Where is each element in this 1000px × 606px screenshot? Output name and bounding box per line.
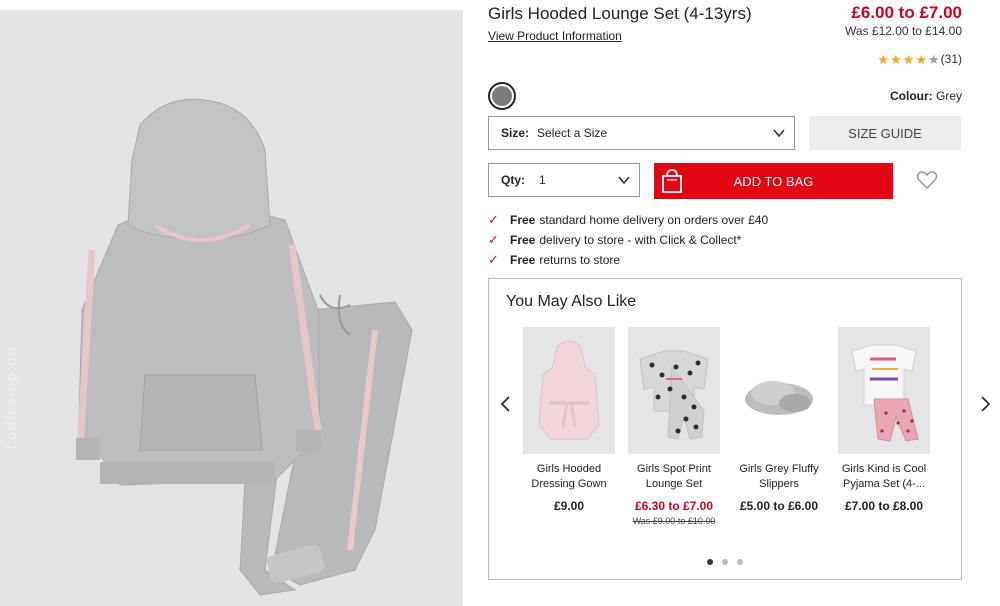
watermark-text: Ladies-up.nu — [4, 346, 20, 450]
product-card-price: £5.00 to £6.00 — [739, 499, 819, 513]
colour-label: Colour: — [889, 89, 933, 103]
qty-label: Qty: — [501, 173, 525, 187]
recommendations-carousel: You May Also Like Girls Hooded Dressing … — [488, 278, 991, 580]
heart-icon[interactable] — [916, 170, 938, 190]
carousel-dot[interactable] — [722, 559, 728, 565]
benefit-item: ✓ Free delivery to store - with Click & … — [488, 230, 768, 250]
add-to-bag-button[interactable]: ADD TO BAG — [654, 163, 893, 199]
was-price: Was £12.00 to £14.00 — [845, 24, 962, 38]
check-icon: ✓ — [488, 252, 499, 267]
benefit-text: delivery to store - with Click & Collect… — [539, 233, 742, 247]
delivery-benefits: ✓ Free standard home delivery on orders … — [488, 210, 768, 270]
product-card-name: Girls Spot Print Lounge Set (9mt... — [637, 463, 711, 490]
product-card-name: Girls Kind is Cool Pyjama Set (4-... — [841, 463, 927, 490]
quantity-dropdown[interactable]: Qty: 1 — [488, 163, 640, 197]
product-card[interactable]: Girls Spot Print Lounge Set (9mt... £6.3… — [628, 327, 720, 526]
benefit-item: ✓ Free standard home delivery on orders … — [488, 210, 768, 230]
star-empty-icon: ★ — [928, 51, 940, 67]
chevron-down-icon — [773, 129, 785, 138]
size-guide-button[interactable]: SIZE GUIDE — [809, 116, 961, 150]
product-card-name: Girls Grey Fluffy Slippers (Younger... — [739, 463, 819, 490]
carousel-dot[interactable] — [737, 559, 743, 565]
product-main-image[interactable]: Ladies-up.nu — [0, 10, 463, 606]
lounge-set-illustration — [76, 98, 413, 596]
product-card[interactable]: Girls Grey Fluffy Slippers (Younger... £… — [733, 327, 825, 513]
review-count: (31) — [940, 52, 962, 66]
star-filled-icon: ★ — [890, 51, 902, 67]
product-card-name: Girls Hooded Dressing Gown (... — [531, 463, 607, 490]
colour-value: Grey — [935, 89, 962, 103]
star-filled-icon: ★ — [915, 51, 927, 67]
check-icon: ✓ — [488, 212, 499, 227]
benefit-item: ✓ Free returns to store — [488, 250, 768, 270]
swatch-fill — [492, 86, 512, 106]
colour-swatch-grey[interactable] — [488, 82, 516, 110]
benefit-bold: Free — [510, 253, 536, 267]
benefit-bold: Free — [510, 233, 536, 247]
size-label: Size: — [501, 126, 530, 140]
chevron-left-icon[interactable] — [498, 395, 514, 413]
view-product-information-link[interactable]: View Product Information — [488, 29, 622, 43]
chevron-down-icon — [618, 176, 630, 185]
star-filled-icon: ★ — [877, 51, 890, 67]
check-icon: ✓ — [488, 232, 499, 247]
recommendations-title: You May Also Like — [506, 293, 637, 310]
star-filled-icon: ★ — [902, 51, 915, 67]
colour-indicator: Colour: Grey — [890, 89, 962, 103]
add-to-bag-label: ADD TO BAG — [733, 173, 814, 189]
product-card[interactable]: Girls Kind is Cool Pyjama Set (4-... £7.… — [838, 327, 930, 513]
product-card-price: £7.00 to £8.00 — [844, 499, 924, 513]
product-thumbnail — [628, 327, 720, 454]
chevron-right-icon[interactable] — [977, 395, 993, 413]
size-value: Select a Size — [537, 126, 608, 140]
carousel-dot[interactable] — [707, 559, 713, 565]
product-price: £6.00 to £7.00 — [851, 3, 962, 22]
rating-summary[interactable]: ★ ★ ★ ★ ★ (31) — [877, 52, 962, 66]
product-thumbnail — [838, 327, 930, 454]
product-thumbnail — [733, 327, 825, 454]
carousel-pagination — [489, 559, 961, 565]
product-card-was-price: Was £9.00 to £10.00 — [632, 516, 716, 526]
product-card[interactable]: Girls Hooded Dressing Gown (... £9.00 — [523, 327, 615, 513]
shopping-bag-icon — [662, 169, 682, 193]
product-details-panel: Girls Hooded Lounge Set (4-13yrs) View P… — [488, 0, 991, 606]
qty-value: 1 — [539, 173, 546, 187]
product-card-price: £9.00 — [553, 499, 585, 513]
benefit-text: returns to store — [539, 253, 621, 267]
product-thumbnail — [523, 327, 615, 454]
benefit-text: standard home delivery on orders over £4… — [539, 213, 769, 227]
product-title: Girls Hooded Lounge Set (4-13yrs) — [488, 4, 752, 23]
product-card-price: £6.30 to £7.00 — [634, 499, 714, 513]
benefit-bold: Free — [510, 213, 536, 227]
size-dropdown[interactable]: Size: Select a Size — [488, 116, 795, 150]
